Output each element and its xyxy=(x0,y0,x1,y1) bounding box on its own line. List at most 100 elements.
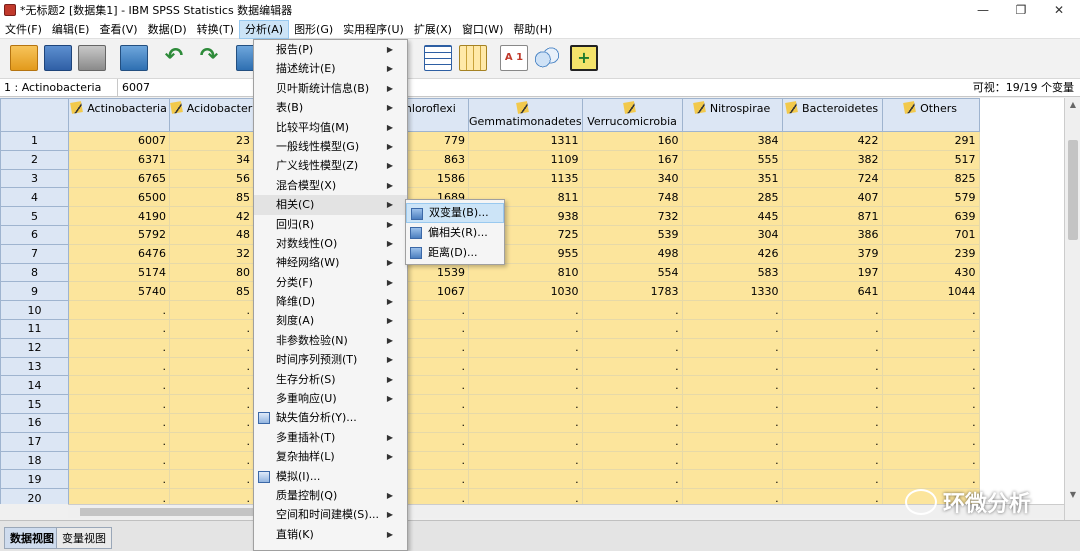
menu-2[interactable]: 查看(V) xyxy=(94,20,142,39)
analyze-menu-item[interactable]: 生存分析(S) ▶ xyxy=(254,370,407,389)
vertical-scrollbar[interactable]: ▲ ▼ xyxy=(1064,98,1080,520)
data-cell[interactable]: . xyxy=(68,318,170,339)
spelling-icon[interactable] xyxy=(570,45,598,71)
data-cell[interactable]: . xyxy=(468,300,583,320)
recall-dialog-icon[interactable] xyxy=(120,45,148,71)
menu-5[interactable]: 分析(A) xyxy=(238,19,290,39)
data-cell[interactable]: . xyxy=(781,337,883,358)
variables-icon[interactable] xyxy=(424,45,452,71)
row-header[interactable]: 2 xyxy=(0,149,69,170)
analyze-menu-item[interactable]: 空间和时间建模(S)... ▶ xyxy=(254,505,407,524)
row-header[interactable]: 19 xyxy=(0,469,69,490)
data-cell[interactable]: . xyxy=(68,375,170,396)
data-cell[interactable]: 197 xyxy=(781,262,883,283)
data-cell[interactable]: . xyxy=(681,356,783,377)
analyze-menu-item[interactable]: 贝叶斯统计信息(B) ▶ xyxy=(254,79,407,98)
data-cell[interactable]: . xyxy=(781,318,883,339)
data-cell[interactable]: . xyxy=(68,431,170,452)
open-folder-icon[interactable] xyxy=(10,45,38,71)
data-cell[interactable]: . xyxy=(781,450,883,471)
data-cell[interactable]: 384 xyxy=(681,131,783,151)
data-cell[interactable]: 382 xyxy=(781,149,883,170)
data-cell[interactable]: . xyxy=(681,394,783,414)
row-header[interactable]: 12 xyxy=(0,337,69,358)
correlate-submenu-item[interactable]: 双变量(B)... xyxy=(406,203,504,223)
data-cell[interactable]: . xyxy=(468,450,583,471)
data-cell[interactable]: . xyxy=(681,300,783,320)
data-cell[interactable]: . xyxy=(581,469,683,490)
data-cell[interactable]: . xyxy=(681,469,783,490)
data-cell[interactable]: 6371 xyxy=(68,149,170,170)
data-cell[interactable]: . xyxy=(881,318,980,339)
data-cell[interactable]: . xyxy=(781,431,883,452)
data-cell[interactable]: . xyxy=(468,337,583,358)
analyze-menu-item[interactable]: 对数线性(O) ▶ xyxy=(254,234,407,253)
correlate-submenu-item[interactable]: 偏相关(R)... xyxy=(406,223,504,243)
data-cell[interactable]: 160 xyxy=(581,131,683,151)
tab-data-view[interactable]: 数据视图 xyxy=(4,527,60,549)
data-cell[interactable]: 80 xyxy=(169,262,254,283)
data-cell[interactable]: 6476 xyxy=(68,243,170,264)
data-cell[interactable]: . xyxy=(881,394,980,414)
data-cell[interactable]: . xyxy=(781,356,883,377)
analyze-menu-item[interactable]: 相关(C) ▶ xyxy=(254,195,407,215)
analyze-menu-item[interactable]: 刻度(A) ▶ xyxy=(254,311,407,330)
analyze-menu-item[interactable]: 混合模型(X) ▶ xyxy=(254,176,407,195)
row-header[interactable]: 18 xyxy=(0,450,69,471)
analyze-menu-item[interactable]: 比较平均值(M) ▶ xyxy=(254,118,407,137)
data-cell[interactable]: 641 xyxy=(781,281,883,302)
data-cell[interactable]: 6007 xyxy=(68,131,170,151)
data-cell[interactable]: . xyxy=(681,431,783,452)
data-cell[interactable]: . xyxy=(169,488,254,504)
analyze-menu-item[interactable]: 分类(F) ▶ xyxy=(254,273,407,292)
data-cell[interactable]: 639 xyxy=(881,206,980,226)
data-cell[interactable]: . xyxy=(169,412,254,433)
column-header[interactable]: Gemmatimonadetes xyxy=(468,98,583,132)
data-cell[interactable]: . xyxy=(68,337,170,358)
data-cell[interactable]: 1109 xyxy=(468,149,583,170)
data-cell[interactable]: 539 xyxy=(581,224,683,245)
data-cell[interactable]: 554 xyxy=(581,262,683,283)
data-cell[interactable]: . xyxy=(881,356,980,377)
data-cell[interactable]: . xyxy=(169,394,254,414)
data-cell[interactable]: 555 xyxy=(681,149,783,170)
analyze-menu-item[interactable]: 缺失值分析(Y)... xyxy=(254,408,407,427)
data-cell[interactable]: . xyxy=(681,318,783,339)
data-cell[interactable]: . xyxy=(468,394,583,414)
row-header[interactable]: 6 xyxy=(0,224,69,245)
data-cell[interactable]: . xyxy=(581,431,683,452)
data-cell[interactable]: . xyxy=(169,337,254,358)
horizontal-scroll-thumb[interactable] xyxy=(80,508,280,516)
data-cell[interactable]: 85 xyxy=(169,187,254,208)
column-header[interactable]: Verrucomicrobia xyxy=(581,98,683,132)
data-cell[interactable]: . xyxy=(581,318,683,339)
data-cell[interactable]: 825 xyxy=(881,168,980,189)
data-cell[interactable]: . xyxy=(468,375,583,396)
data-cell[interactable]: . xyxy=(581,488,683,504)
menu-4[interactable]: 转换(T) xyxy=(192,20,239,39)
data-cell[interactable]: . xyxy=(68,412,170,433)
data-cell[interactable]: . xyxy=(881,431,980,452)
analyze-menu-item[interactable]: 神经网络(W) ▶ xyxy=(254,253,407,272)
column-header[interactable]: Actinobacteria xyxy=(68,98,170,132)
data-cell[interactable]: 386 xyxy=(781,224,883,245)
scroll-down-icon[interactable]: ▼ xyxy=(1068,490,1078,499)
data-cell[interactable]: . xyxy=(169,431,254,452)
menu-9[interactable]: 窗口(W) xyxy=(457,20,508,39)
column-header[interactable]: Nitrospirae xyxy=(681,98,783,132)
data-cell[interactable]: . xyxy=(169,356,254,377)
row-header[interactable]: 8 xyxy=(0,262,69,283)
data-cell[interactable]: 285 xyxy=(681,187,783,208)
maximize-button[interactable]: ❐ xyxy=(1002,0,1040,20)
data-cell[interactable]: 445 xyxy=(681,206,783,226)
menu-1[interactable]: 编辑(E) xyxy=(47,20,95,39)
data-cell[interactable]: . xyxy=(468,412,583,433)
menu-0[interactable]: 文件(F) xyxy=(0,20,47,39)
data-cell[interactable]: 32 xyxy=(169,243,254,264)
minimize-button[interactable]: — xyxy=(964,0,1002,20)
data-cell[interactable]: . xyxy=(68,356,170,377)
data-cell[interactable]: . xyxy=(881,337,980,358)
analyze-menu-item[interactable]: 直销(K) ▶ xyxy=(254,525,407,544)
column-header[interactable]: Others xyxy=(881,98,980,132)
data-cell[interactable]: . xyxy=(169,375,254,396)
